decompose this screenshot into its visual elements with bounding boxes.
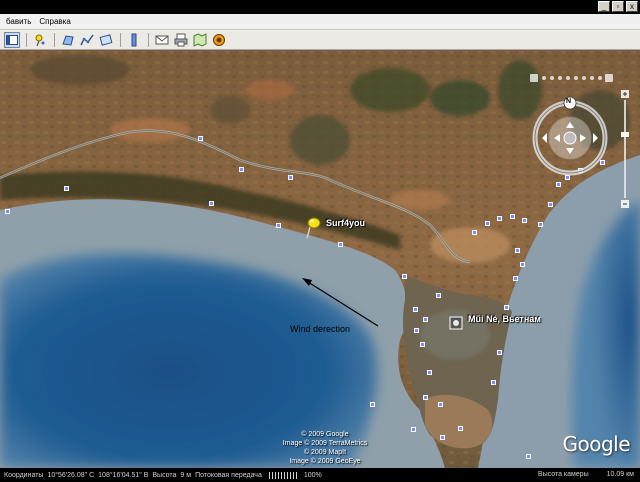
placemark-icon [35, 34, 45, 46]
poi-marker[interactable] [423, 317, 428, 322]
poi-marker[interactable] [438, 402, 443, 407]
longitude-value: 108°16'04.51" В [98, 471, 149, 479]
google-logo: Google [562, 432, 630, 456]
wind-direction-label: Wind derection [290, 324, 351, 334]
poi-marker[interactable] [485, 221, 490, 226]
poi-marker[interactable] [198, 136, 203, 141]
path-icon [80, 34, 94, 45]
copyright-line: Image © 2009 TerraMetrics [282, 440, 368, 447]
map-view[interactable]: Surf4you Mũi Né, Вьетнам Wind derection … [0, 50, 640, 468]
town-label[interactable]: Mũi Né, Вьетнам [468, 314, 541, 324]
pushpin-icon[interactable] [303, 216, 325, 240]
overlay-icon [99, 33, 113, 46]
poi-marker[interactable] [526, 454, 531, 459]
latitude-value: 10°56'26.08" С [47, 471, 95, 479]
poi-marker[interactable] [413, 307, 418, 312]
ruler-button[interactable] [126, 32, 142, 48]
coords-label: Координаты [4, 471, 44, 479]
poi-marker[interactable] [420, 342, 425, 347]
poi-marker[interactable] [288, 175, 293, 180]
copyright-line: © 2009 Google [301, 431, 349, 438]
add-overlay-button[interactable] [98, 32, 114, 48]
poi-marker[interactable] [440, 435, 445, 440]
add-path-button[interactable] [79, 32, 95, 48]
eye-altitude-value: 10.09 км [606, 471, 634, 478]
poi-marker[interactable] [522, 218, 527, 223]
copyright-line: © 2009 MapIt [303, 449, 347, 456]
toolbar-separator [148, 32, 149, 47]
maximize-button[interactable]: ▫ [612, 1, 624, 12]
poi-marker[interactable] [497, 350, 502, 355]
poi-marker[interactable] [497, 216, 502, 221]
poi-marker[interactable] [239, 167, 244, 172]
camera-info: Высота камеры 10.09 км [538, 468, 634, 482]
poi-marker[interactable] [402, 274, 407, 279]
poi-marker[interactable] [414, 328, 419, 333]
close-button[interactable]: x [626, 1, 638, 12]
poi-marker[interactable] [64, 186, 69, 191]
poi-marker[interactable] [491, 380, 496, 385]
eye-altitude-label: Высота камеры [537, 471, 589, 478]
sidebar-toggle-button[interactable] [4, 31, 20, 48]
poi-marker[interactable] [411, 427, 416, 432]
email-icon [155, 35, 169, 44]
copyright-line: Image © 2009 GeoEye [289, 458, 361, 465]
poi-marker[interactable] [458, 426, 463, 431]
streaming-label: Потоковая передача [195, 471, 262, 479]
title-bar: _ ▫ x [0, 0, 640, 14]
imagery-copyright: © 2009 Google Image © 2009 TerraMetrics … [270, 430, 380, 466]
poi-marker[interactable] [370, 402, 375, 407]
poi-marker[interactable] [515, 248, 520, 253]
elevation-value: 9 м [180, 471, 192, 479]
sky-icon [213, 33, 225, 46]
town-marker-icon[interactable] [449, 316, 463, 330]
minimize-button[interactable]: _ [598, 1, 610, 12]
poi-marker[interactable] [423, 395, 428, 400]
polygon-icon [62, 34, 74, 46]
ruler-icon [131, 33, 137, 46]
switch-sky-button[interactable] [211, 32, 227, 48]
placemark-label[interactable]: Surf4you [326, 218, 365, 228]
elevation-label: Высота [152, 471, 177, 479]
toolbar-separator [120, 32, 121, 47]
poi-marker[interactable] [427, 370, 432, 375]
navigation-controls[interactable]: N [530, 72, 638, 222]
print-button[interactable] [173, 32, 189, 48]
add-polygon-button[interactable] [60, 32, 76, 48]
toolbar-separator [54, 32, 55, 47]
poi-marker[interactable] [520, 262, 525, 267]
sidebar-toggle-icon [6, 34, 18, 45]
poi-marker[interactable] [513, 276, 518, 281]
maps-icon [193, 32, 207, 47]
streaming-percent: 100% [303, 471, 322, 479]
poi-marker[interactable] [510, 214, 515, 219]
poi-marker[interactable] [209, 201, 214, 206]
window-controls: _ ▫ x [598, 1, 638, 12]
poi-marker[interactable] [472, 230, 477, 235]
compass-north-label[interactable]: N [566, 98, 571, 105]
toolbar-separator [26, 32, 27, 47]
status-bar: Координаты 10°56'26.08" С 108°16'04.51" … [0, 468, 640, 482]
navigation-controls-graphic [530, 74, 629, 208]
streaming-progress-bar [268, 471, 297, 479]
menu-bar: бавить Справка [0, 14, 640, 30]
toolbar [0, 30, 640, 50]
poi-marker[interactable] [5, 209, 10, 214]
poi-marker[interactable] [504, 305, 509, 310]
print-icon [174, 33, 188, 46]
poi-marker[interactable] [338, 242, 343, 247]
add-placemark-button[interactable] [32, 32, 48, 48]
look-tilt-icon [530, 74, 538, 82]
menu-help[interactable]: Справка [35, 14, 74, 30]
poi-marker[interactable] [276, 223, 281, 228]
view-in-maps-button[interactable] [192, 32, 208, 48]
poi-marker[interactable] [538, 222, 543, 227]
menu-add[interactable]: бавить [2, 14, 35, 30]
poi-marker[interactable] [436, 293, 441, 298]
email-button[interactable] [154, 32, 170, 48]
